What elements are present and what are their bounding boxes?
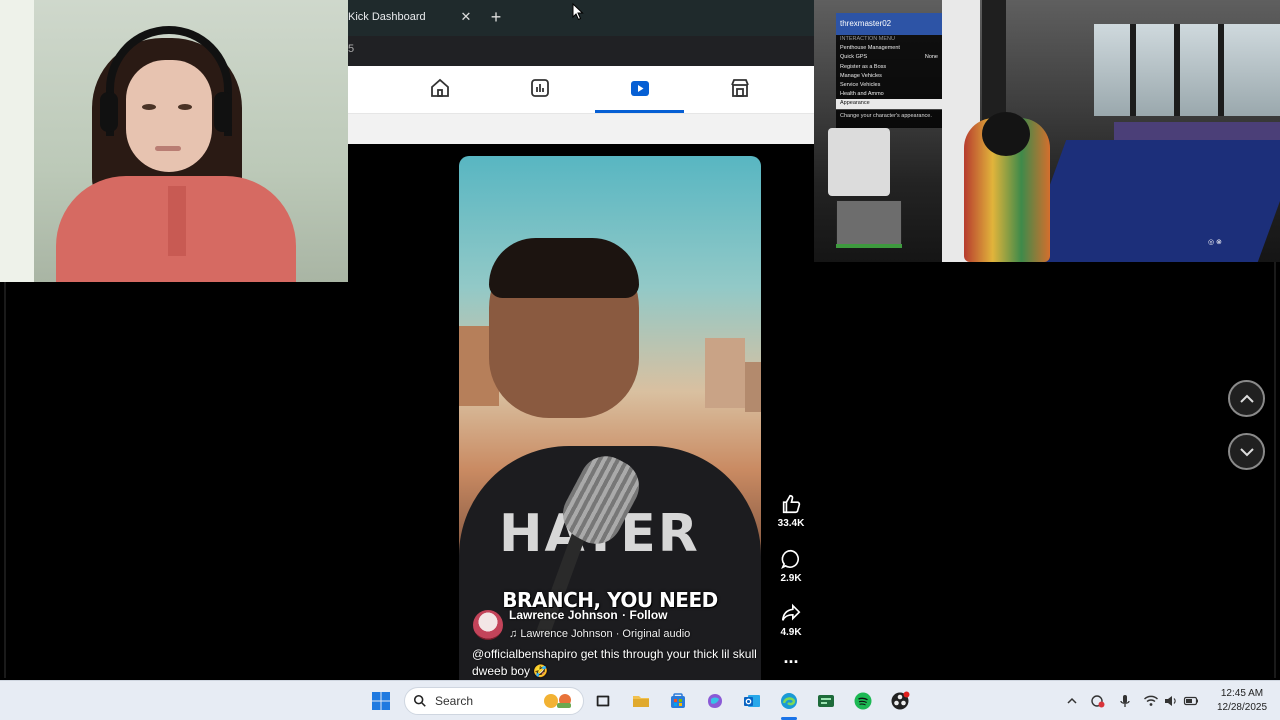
audio-row[interactable]: ♫ Lawrence Johnson · Original audio (509, 628, 690, 640)
menu-item: Health and Ammo (840, 91, 884, 98)
webcam-shirt-placket (168, 186, 186, 256)
previous-video-button[interactable] (1228, 380, 1265, 417)
new-tab-button[interactable]: + (486, 7, 506, 27)
game-carpet (1021, 140, 1280, 262)
author-row: Lawrence Johnson · Follow ♫ Lawrence Joh… (473, 606, 690, 640)
game-minimap (836, 200, 902, 248)
home-icon[interactable] (428, 76, 452, 100)
mouse-cursor-icon (572, 3, 584, 21)
share-count: 4.9K (780, 627, 802, 638)
author-avatar[interactable] (473, 610, 503, 640)
comment-button[interactable]: 2.9K (772, 548, 810, 584)
webcam-door-background (0, 0, 34, 282)
share-button[interactable]: 4.9K (772, 602, 810, 638)
webcam-headphone-cup (214, 92, 232, 132)
battery-icon[interactable] (1183, 693, 1199, 709)
show-hidden-icons-chevron-up-icon[interactable] (1064, 693, 1080, 709)
comment-icon (781, 549, 800, 569)
game-character-head (982, 112, 1030, 156)
music-note-icon: ♫ (509, 628, 521, 640)
menu-help-text: Change your character's appearance. (836, 108, 942, 122)
browser-window: Kick Dashboard ✕ + 5 (348, 0, 814, 144)
clock-time: 12:45 AM (1220, 688, 1264, 699)
dashboard-icon[interactable] (528, 76, 552, 100)
right-frame-edge (1274, 262, 1276, 678)
game-window-frame (1130, 24, 1136, 116)
file-explorer-icon[interactable] (628, 689, 654, 713)
tab-title: Kick Dashboard (348, 11, 426, 23)
chevron-down-icon (1239, 447, 1254, 456)
game-statue (828, 128, 890, 196)
windows-start-icon[interactable] (368, 689, 394, 713)
left-frame-edge (4, 282, 6, 678)
system-clock[interactable]: 12:45 AM 12/28/2025 (1210, 687, 1274, 715)
store-icon[interactable] (665, 689, 691, 713)
follow-button[interactable]: · Follow (622, 608, 667, 622)
menu-item: Register as a Boss (840, 63, 887, 70)
menu-item-selected: Appearance (836, 99, 942, 109)
short-video-player[interactable]: HATER BRANCH, YOU NEED Lawrence Johnson … (459, 156, 761, 680)
task-view-icon[interactable] (590, 689, 616, 713)
search-label: Search (435, 694, 474, 708)
comment-count: 2.9K (780, 573, 802, 584)
onedrive-error-icon[interactable] (1090, 693, 1106, 709)
clock-date: 12/28/2025 (1216, 702, 1268, 713)
site-navigation (348, 66, 814, 114)
active-nav-indicator (595, 110, 684, 113)
more-options-button[interactable]: ... (772, 648, 810, 666)
store-icon[interactable] (728, 76, 752, 100)
game-health-bar (836, 244, 902, 248)
chevron-up-icon (1239, 394, 1254, 403)
share-icon (781, 603, 801, 621)
interaction-menu: threxmaster02 INTERACTION MENU Penthouse… (836, 13, 942, 128)
nav-strip (348, 114, 814, 144)
wifi-icon[interactable] (1143, 693, 1159, 709)
shorts-icon[interactable] (628, 76, 652, 100)
audio-label: Lawrence Johnson · Original audio (520, 628, 691, 640)
address-bar[interactable]: 5 (348, 36, 814, 66)
author-name[interactable]: Lawrence Johnson (509, 608, 618, 622)
game-hud-icons: ◎ ⊗ (1208, 239, 1222, 246)
like-count: 33.4K (777, 518, 805, 529)
spotify-icon[interactable] (850, 689, 876, 713)
game-window-view (1094, 24, 1280, 116)
video-description: @officialbenshapiro get this through you… (472, 647, 757, 678)
menu-subtitle: INTERACTION MENU (840, 36, 895, 42)
game-window-frame (1174, 24, 1180, 116)
game-table (1114, 122, 1280, 140)
like-button[interactable]: 33.4K (772, 493, 810, 529)
game-stream-overlay: threxmaster02 INTERACTION MENU Penthouse… (814, 0, 1280, 262)
menu-item: Quick GPS None (840, 54, 938, 61)
edge-icon[interactable] (776, 689, 802, 713)
address-text: 5 (348, 43, 355, 55)
webcam-overlay (0, 0, 348, 282)
menu-player-name: threxmaster02 (836, 13, 942, 35)
widgets-icon[interactable] (541, 691, 577, 711)
obs-icon[interactable] (887, 689, 913, 713)
taskbar-search-box[interactable]: Search (404, 687, 584, 715)
menu-item: Penthouse Management (840, 45, 900, 52)
windows-taskbar: Search 12:45 AM 12/28/2025 (0, 680, 1280, 720)
outlook-icon[interactable] (739, 689, 765, 713)
video-person-hair (489, 238, 639, 298)
microphone-icon[interactable] (1117, 693, 1133, 709)
terminal-icon[interactable] (813, 689, 839, 713)
game-window-frame (1218, 24, 1224, 116)
thumbs-up-icon (782, 494, 801, 514)
next-video-button[interactable] (1228, 433, 1265, 470)
background-building (745, 362, 761, 412)
background-building (705, 338, 745, 408)
webcam-person-mouth (155, 146, 181, 151)
menu-item: Service Vehicles (840, 81, 881, 88)
webcam-headphone-cup (100, 92, 118, 132)
close-tab-button[interactable]: ✕ (458, 9, 474, 25)
volume-icon[interactable] (1163, 693, 1179, 709)
search-icon (413, 694, 426, 707)
copilot-icon[interactable] (702, 689, 728, 713)
menu-item: Manage Vehicles (840, 72, 882, 79)
